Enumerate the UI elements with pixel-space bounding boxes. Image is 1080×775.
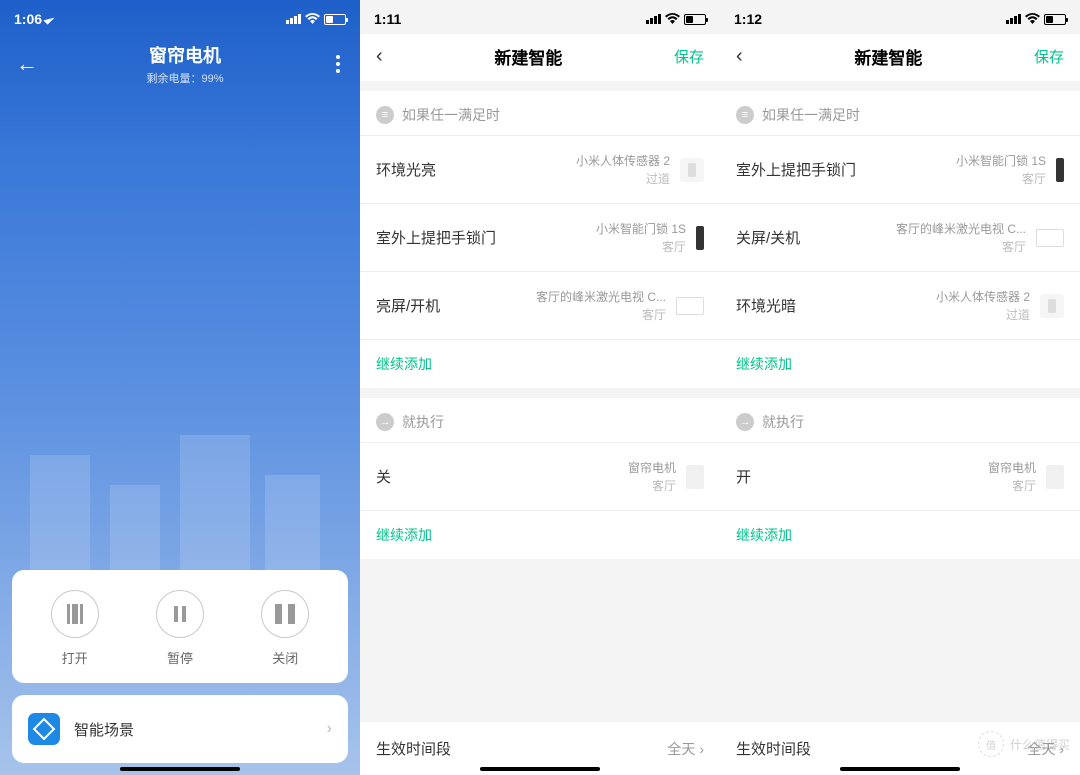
status-bar: 1:11 <box>360 0 720 34</box>
close-button[interactable]: 关闭 <box>261 590 309 667</box>
pause-icon <box>170 604 190 624</box>
status-time: 1:06 <box>14 11 42 27</box>
then-rule-row[interactable]: 开 窗帘电机客厅 <box>720 442 1080 510</box>
lock-icon <box>1056 158 1064 182</box>
page-title: 新建智能 <box>494 44 562 69</box>
status-time: 1:11 <box>374 11 401 27</box>
battery-status: 剩余电量：99% <box>146 70 223 86</box>
background-illustration <box>0 395 360 575</box>
open-icon <box>65 604 85 624</box>
tv-icon <box>676 297 704 315</box>
signal-icon <box>286 14 301 24</box>
scene-icon <box>28 713 60 745</box>
device-header: ← 窗帘电机 剩余电量：99% <box>0 34 360 86</box>
status-bar: 1:06 <box>0 0 360 34</box>
lock-icon <box>696 226 704 250</box>
battery-icon <box>324 14 346 25</box>
if-rule-row[interactable]: 亮屏/开机 客厅的峰米激光电视 C...客厅 <box>360 271 720 339</box>
automation-screen-close: 1:11 ‹ 新建智能 保存 ≡ 如果任一满足时 环境光亮 小米人体传感器 2过… <box>360 0 720 775</box>
signal-icon <box>1006 14 1021 24</box>
signal-icon <box>646 14 661 24</box>
if-rule-row[interactable]: 关屏/关机 客厅的峰米激光电视 C...客厅 <box>720 203 1080 271</box>
smart-scene-row[interactable]: 智能场景 › <box>12 695 348 763</box>
then-rule-row[interactable]: 关 窗帘电机客厅 <box>360 442 720 510</box>
battery-icon <box>684 14 706 25</box>
more-menu-button[interactable] <box>332 51 344 77</box>
action-icon: → <box>376 413 394 431</box>
close-icon <box>275 604 295 624</box>
chevron-right-icon: › <box>327 720 332 738</box>
page-title: 新建智能 <box>854 44 922 69</box>
watermark: 值 什么值得买 <box>978 731 1070 757</box>
automation-header: ‹ 新建智能 保存 <box>360 34 720 81</box>
sensor-icon <box>680 158 704 182</box>
home-indicator[interactable] <box>840 767 960 771</box>
back-button[interactable]: ‹ <box>736 45 743 68</box>
condition-icon: ≡ <box>376 106 394 124</box>
battery-icon <box>1044 14 1066 25</box>
automation-header: ‹ 新建智能 保存 <box>720 34 1080 81</box>
device-title: 窗帘电机 <box>146 42 223 68</box>
if-rule-row[interactable]: 环境光亮 小米人体传感器 2过道 <box>360 135 720 203</box>
status-bar: 1:12 <box>720 0 1080 34</box>
back-button[interactable]: ← <box>16 51 38 77</box>
control-card: 打开 暂停 关闭 <box>12 570 348 683</box>
add-condition-button[interactable]: 继续添加 <box>720 339 1080 388</box>
if-section-header: ≡ 如果任一满足时 <box>360 91 720 135</box>
wifi-icon <box>305 11 320 27</box>
add-action-button[interactable]: 继续添加 <box>360 510 720 559</box>
if-rule-row[interactable]: 环境光暗 小米人体传感器 2过道 <box>720 271 1080 339</box>
open-button[interactable]: 打开 <box>51 590 99 667</box>
wifi-icon <box>665 11 680 27</box>
pause-button[interactable]: 暂停 <box>156 590 204 667</box>
status-time: 1:12 <box>734 11 762 27</box>
then-section-header: → 就执行 <box>360 398 720 442</box>
add-condition-button[interactable]: 继续添加 <box>360 339 720 388</box>
action-icon: → <box>736 413 754 431</box>
curtain-icon <box>1046 465 1064 489</box>
wifi-icon <box>1025 11 1040 27</box>
automation-screen-open: 1:12 ‹ 新建智能 保存 ≡ 如果任一满足时 室外上提把手锁门 小米智能门锁… <box>720 0 1080 775</box>
add-action-button[interactable]: 继续添加 <box>720 510 1080 559</box>
home-indicator[interactable] <box>120 767 240 771</box>
tv-icon <box>1036 229 1064 247</box>
if-section-header: ≡ 如果任一满足时 <box>720 91 1080 135</box>
home-indicator[interactable] <box>480 767 600 771</box>
location-icon <box>43 13 54 24</box>
if-rule-row[interactable]: 室外上提把手锁门 小米智能门锁 1S客厅 <box>360 203 720 271</box>
curtain-motor-screen: 1:06 ← 窗帘电机 剩余电量：99% 打开 <box>0 0 360 775</box>
then-section-header: → 就执行 <box>720 398 1080 442</box>
condition-icon: ≡ <box>736 106 754 124</box>
save-button[interactable]: 保存 <box>674 46 704 67</box>
sensor-icon <box>1040 294 1064 318</box>
back-button[interactable]: ‹ <box>376 45 383 68</box>
if-rule-row[interactable]: 室外上提把手锁门 小米智能门锁 1S客厅 <box>720 135 1080 203</box>
curtain-icon <box>686 465 704 489</box>
save-button[interactable]: 保存 <box>1034 46 1064 67</box>
